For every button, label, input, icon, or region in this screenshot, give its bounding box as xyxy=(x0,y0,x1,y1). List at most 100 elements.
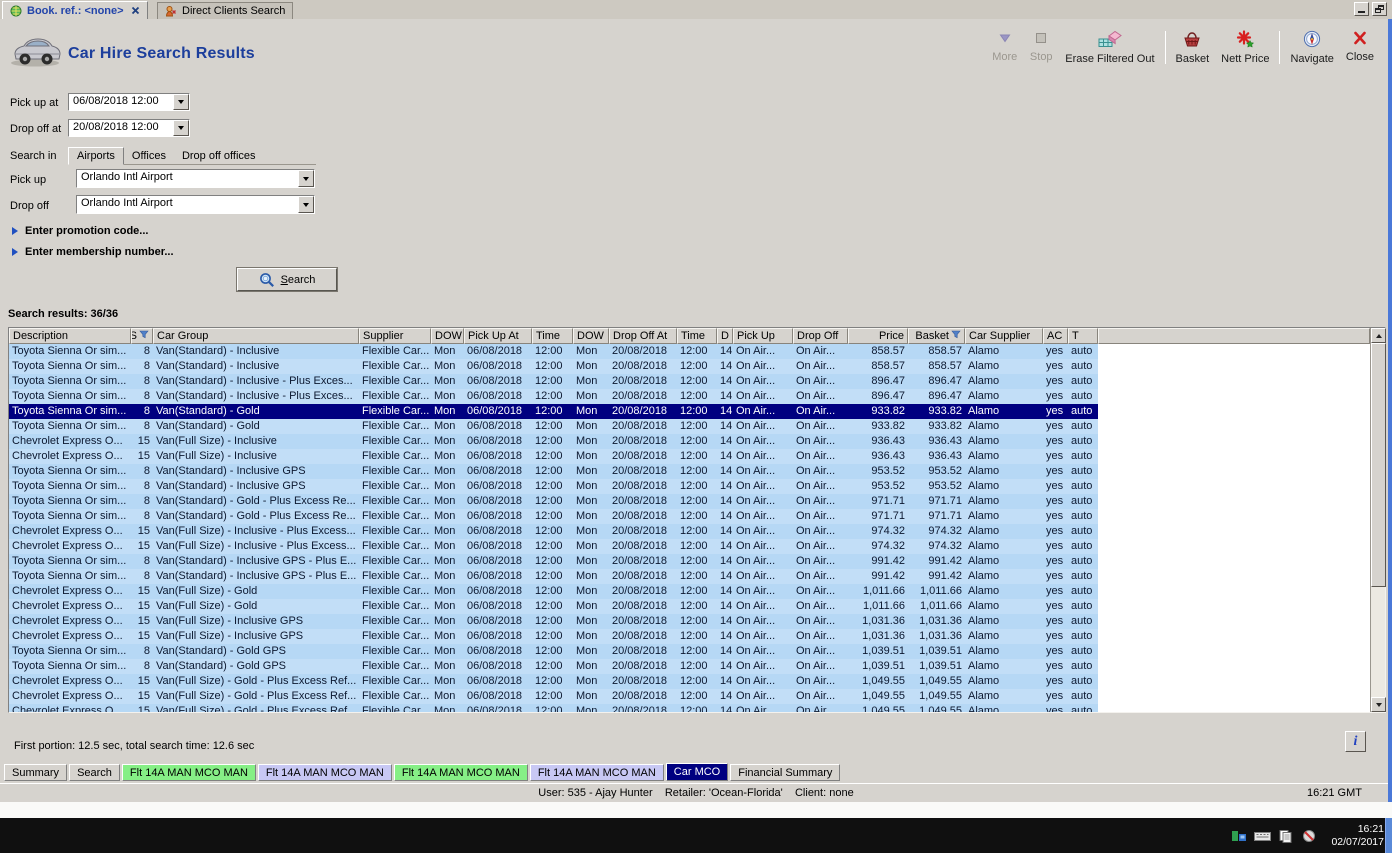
result-row[interactable]: Toyota Sienna Or sim... 8 Van(Standard) - … xyxy=(9,659,1370,674)
document-tab-book-ref[interactable]: Book. ref.: <none> xyxy=(2,1,148,19)
disconnected-tray-icon[interactable] xyxy=(1301,829,1317,843)
scrollbar-thumb[interactable] xyxy=(1371,343,1386,587)
cell-s: 15 xyxy=(137,585,150,597)
result-row[interactable]: Chevrolet Express O... 15 Van(Full Size) -… xyxy=(9,704,1370,712)
tab-close-icon[interactable] xyxy=(131,6,140,15)
column-header-s[interactable]: S xyxy=(131,328,153,344)
taskbar-clock[interactable]: 16:21 02/07/2017 xyxy=(1331,823,1384,849)
toolbar: More Stop Erase Filtered Out Basket Nett Pri… xyxy=(986,28,1380,67)
toolbar-button-more: More xyxy=(986,28,1023,67)
result-row[interactable]: Chevrolet Express O... 15 Van(Full Size) -… xyxy=(9,524,1370,539)
pickup-location-value: Orlando Intl Airport xyxy=(77,170,298,187)
result-row[interactable]: Chevrolet Express O... 15 Van(Full Size) -… xyxy=(9,614,1370,629)
result-row[interactable]: Chevrolet Express O... 15 Van(Full Size) -… xyxy=(9,689,1370,704)
cell-basket: 1,039.51 xyxy=(919,660,962,672)
page-tab-financial-summary[interactable]: Financial Summary xyxy=(730,764,841,781)
result-row[interactable]: Toyota Sienna Or sim... 8 Van(Standard) - … xyxy=(9,374,1370,389)
documents-tray-icon[interactable] xyxy=(1278,829,1294,843)
result-row[interactable]: Chevrolet Express O... 15 Van(Full Size) -… xyxy=(9,599,1370,614)
toolbar-button-close[interactable]: Close xyxy=(1340,28,1380,67)
result-row[interactable]: Toyota Sienna Or sim... 8 Van(Standard) - … xyxy=(9,389,1370,404)
column-header-time2[interactable]: Time xyxy=(677,328,717,344)
keyboard-tray-icon[interactable] xyxy=(1254,829,1272,843)
pickup-at-dropdown-icon[interactable] xyxy=(173,94,189,110)
page-tab-flt-14a-man-mco-man[interactable]: Flt 14A MAN MCO MAN xyxy=(393,764,528,781)
column-header-dropOffAt[interactable]: Drop Off At xyxy=(609,328,677,344)
column-header-t[interactable]: T xyxy=(1068,328,1098,344)
promotion-code-expander[interactable]: Enter promotion code... xyxy=(12,225,148,237)
dropoff-location-combo[interactable]: Orlando Intl Airport xyxy=(76,195,315,214)
result-row[interactable]: Toyota Sienna Or sim... 8 Van(Standard) - … xyxy=(9,464,1370,479)
search-in-tab-airports[interactable]: Airports xyxy=(68,147,124,165)
result-row[interactable]: Chevrolet Express O... 15 Van(Full Size) -… xyxy=(9,449,1370,464)
scroll-down-icon[interactable] xyxy=(1371,697,1386,712)
column-header-dow2[interactable]: DOW xyxy=(573,328,609,344)
column-header-label: T xyxy=(1072,330,1079,342)
column-header-desc[interactable]: Description xyxy=(9,328,131,344)
result-row-selected[interactable]: Toyota Sienna Or sim... 8 Van(Standard) - … xyxy=(9,404,1370,419)
column-header-pickup[interactable]: Pick Up xyxy=(733,328,793,344)
column-header-d[interactable]: D xyxy=(717,328,733,344)
column-header-carSupplier[interactable]: Car Supplier xyxy=(965,328,1043,344)
result-row[interactable]: Chevrolet Express O... 15 Van(Full Size) -… xyxy=(9,434,1370,449)
column-header-group[interactable]: Car Group xyxy=(153,328,359,344)
page-tab-flt-14a-man-mco-man[interactable]: Flt 14A MAN MCO MAN xyxy=(529,764,664,781)
page-tab-flt-14a-man-mco-man[interactable]: Flt 14A MAN MCO MAN xyxy=(257,764,392,781)
toolbar-button-basket[interactable]: Basket xyxy=(1170,28,1216,67)
search-in-tab-offices[interactable]: Offices xyxy=(124,148,174,164)
page-tab-car-mco[interactable]: Car MCO xyxy=(665,763,729,781)
cell-time1: 12:00 xyxy=(535,390,563,402)
result-row[interactable]: Toyota Sienna Or sim... 8 Van(Standard) - … xyxy=(9,359,1370,374)
column-header-price[interactable]: Price xyxy=(848,328,908,344)
filter-funnel-icon[interactable] xyxy=(951,330,961,342)
result-row[interactable]: Toyota Sienna Or sim... 8 Van(Standard) - … xyxy=(9,509,1370,524)
result-row[interactable]: Chevrolet Express O... 15 Van(Full Size) -… xyxy=(9,584,1370,599)
vertical-scrollbar[interactable] xyxy=(1370,328,1386,712)
column-header-basket[interactable]: Basket xyxy=(908,328,965,344)
result-row[interactable]: Toyota Sienna Or sim... 8 Van(Standard) - … xyxy=(9,494,1370,509)
minimize-window-icon[interactable] xyxy=(1354,2,1369,16)
toolbar-button-erase-filtered-out[interactable]: Erase Filtered Out xyxy=(1059,28,1160,67)
result-row[interactable]: Toyota Sienna Or sim... 8 Van(Standard) - … xyxy=(9,419,1370,434)
result-row[interactable]: Toyota Sienna Or sim... 8 Van(Standard) - … xyxy=(9,554,1370,569)
pickup-location-dropdown-icon[interactable] xyxy=(298,170,314,187)
dropoff-location-dropdown-icon[interactable] xyxy=(298,196,314,213)
cell-time2: 12:00 xyxy=(680,525,708,537)
result-row[interactable]: Chevrolet Express O... 15 Van(Full Size) -… xyxy=(9,539,1370,554)
status-bar: User: 535 - Ajay Hunter Retailer: 'Ocean… xyxy=(0,783,1392,802)
column-header-label: Pick Up At xyxy=(468,330,519,342)
result-row[interactable]: Toyota Sienna Or sim... 8 Van(Standard) - … xyxy=(9,344,1370,359)
result-row[interactable]: Chevrolet Express O... 15 Van(Full Size) -… xyxy=(9,629,1370,644)
page-tab-summary[interactable]: Summary xyxy=(4,764,68,781)
pickup-at-combo[interactable]: 06/08/2018 12:00 xyxy=(68,93,190,111)
result-row[interactable]: Chevrolet Express O... 15 Van(Full Size) -… xyxy=(9,674,1370,689)
search-button[interactable]: Search xyxy=(236,267,338,292)
search-in-tab-drop-off-offices[interactable]: Drop off offices xyxy=(174,148,264,164)
scroll-up-icon[interactable] xyxy=(1371,328,1386,343)
result-row[interactable]: Toyota Sienna Or sim... 8 Van(Standard) - … xyxy=(9,569,1370,584)
column-header-supplier[interactable]: Supplier xyxy=(359,328,431,344)
network-activity-tray-icon[interactable] xyxy=(1231,829,1247,843)
column-header-dow1[interactable]: DOW xyxy=(431,328,464,344)
dropoff-at-dropdown-icon[interactable] xyxy=(173,120,189,136)
membership-number-expander[interactable]: Enter membership number... xyxy=(12,246,174,258)
cell-supplier: Flexible Car... xyxy=(362,555,430,567)
column-header-pickupAt[interactable]: Pick Up At xyxy=(464,328,532,344)
filter-funnel-icon[interactable] xyxy=(139,330,149,342)
toolbar-button-navigate[interactable]: Navigate xyxy=(1284,28,1339,67)
column-header-dropoff[interactable]: Drop Off xyxy=(793,328,848,344)
restore-window-icon[interactable] xyxy=(1372,2,1387,16)
page-tab-search[interactable]: Search xyxy=(69,764,120,781)
info-button[interactable]: i xyxy=(1345,731,1366,752)
dropoff-at-combo[interactable]: 20/08/2018 12:00 xyxy=(68,119,190,137)
column-header-ac[interactable]: AC xyxy=(1043,328,1068,344)
page-tab-flt-14a-man-mco-man[interactable]: Flt 14A MAN MCO MAN xyxy=(121,764,256,781)
show-desktop-button[interactable] xyxy=(1385,818,1392,853)
toolbar-button-nett-price[interactable]: Nett Price xyxy=(1215,28,1275,67)
document-tab-direct-clients[interactable]: Direct Clients Search xyxy=(157,2,294,19)
result-row[interactable]: Toyota Sienna Or sim... 8 Van(Standard) - … xyxy=(9,644,1370,659)
pickup-location-combo[interactable]: Orlando Intl Airport xyxy=(76,169,315,188)
column-header-time1[interactable]: Time xyxy=(532,328,573,344)
cell-s: 8 xyxy=(143,645,150,657)
result-row[interactable]: Toyota Sienna Or sim... 8 Van(Standard) - … xyxy=(9,479,1370,494)
